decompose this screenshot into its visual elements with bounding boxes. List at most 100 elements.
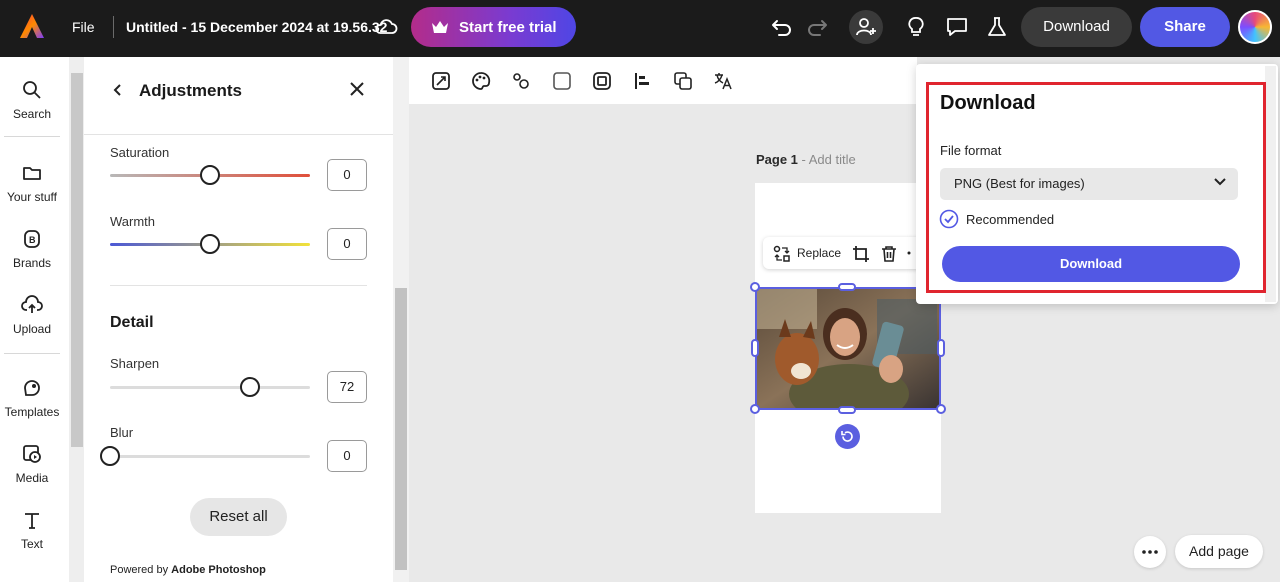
rotate-icon xyxy=(841,431,853,442)
rail-item-search[interactable]: Search xyxy=(0,79,64,121)
rail-item-upload[interactable]: Upload xyxy=(0,294,64,336)
upload-icon xyxy=(21,295,43,313)
selected-photo[interactable] xyxy=(755,287,941,410)
layers-icon[interactable] xyxy=(673,71,693,91)
popover-download-button[interactable]: Download xyxy=(942,246,1240,282)
rail-label-brands: Brands xyxy=(12,256,52,270)
crown-icon xyxy=(432,21,448,33)
check-circle-icon xyxy=(939,209,959,229)
panel-title: Adjustments xyxy=(139,81,242,100)
redo-icon[interactable] xyxy=(804,14,830,40)
rail-scrollbar-thumb[interactable] xyxy=(71,73,83,447)
blur-value-field[interactable]: 0 xyxy=(327,440,367,472)
resize-handle-top[interactable] xyxy=(838,283,856,291)
file-format-value: PNG (Best for images) xyxy=(954,176,1085,191)
start-free-trial-button[interactable]: Start free trial xyxy=(411,7,576,47)
resize-handle-top-left[interactable] xyxy=(750,282,760,292)
sharpen-slider-knob[interactable] xyxy=(240,377,260,397)
lightbulb-icon[interactable] xyxy=(903,14,929,40)
file-format-label: File format xyxy=(940,143,1002,158)
resize-handle-left[interactable] xyxy=(751,339,759,357)
top-bar: File Untitled - 15 December 2024 at 19.5… xyxy=(0,0,1280,57)
add-page-button[interactable]: Add page xyxy=(1175,535,1263,568)
delete-icon[interactable] xyxy=(880,245,898,263)
saturation-slider-knob[interactable] xyxy=(200,165,220,185)
templates-icon xyxy=(24,380,40,396)
rail-item-brands[interactable]: B Brands xyxy=(0,228,64,270)
more-icon xyxy=(1142,550,1158,554)
saturation-label: Saturation xyxy=(110,145,170,160)
rotate-button[interactable] xyxy=(835,424,860,449)
rail-label-your-stuff: Your stuff xyxy=(6,190,58,204)
share-button[interactable]: Share xyxy=(1140,7,1230,47)
rail-label-text: Text xyxy=(20,537,43,551)
resize-handle-bottom-right[interactable] xyxy=(936,404,946,414)
flask-icon[interactable] xyxy=(984,14,1010,40)
powered-prefix: Powered by xyxy=(110,564,169,576)
warmth-value-field[interactable]: 0 xyxy=(327,228,367,260)
blur-label: Blur xyxy=(110,425,134,440)
adjustments-panel: Adjustments Saturation 0 Warmth 0 Detail… xyxy=(84,57,393,582)
rail-item-your-stuff[interactable]: Your stuff xyxy=(0,162,64,204)
rail-item-media[interactable]: Media xyxy=(0,443,64,485)
animate-icon[interactable] xyxy=(511,71,531,91)
invite-user-icon xyxy=(856,18,876,36)
sharpen-slider-track[interactable] xyxy=(110,386,310,389)
photo-content xyxy=(757,289,939,408)
blur-slider-track[interactable] xyxy=(110,455,310,458)
section-divider xyxy=(110,285,367,286)
warmth-slider-knob[interactable] xyxy=(200,234,220,254)
resize-handle-bottom-left[interactable] xyxy=(750,404,760,414)
separator xyxy=(113,16,114,38)
rail-label-media: Media xyxy=(15,471,49,485)
popover-title: Download xyxy=(940,92,1036,114)
text-icon xyxy=(25,513,39,529)
page-label-separator: - xyxy=(797,152,809,167)
blur-slider-knob[interactable] xyxy=(100,446,120,466)
rail-item-text[interactable]: Text xyxy=(0,509,64,551)
adobe-express-logo[interactable] xyxy=(18,12,46,40)
palette-icon[interactable] xyxy=(471,71,491,91)
avatar[interactable] xyxy=(1238,10,1272,44)
rail-divider xyxy=(4,136,60,137)
rail-label-templates: Templates xyxy=(4,405,60,419)
search-icon xyxy=(23,81,41,99)
file-format-select[interactable]: PNG (Best for images) xyxy=(940,168,1238,200)
replace-icon[interactable] xyxy=(773,245,791,263)
shape-icon[interactable] xyxy=(552,71,572,91)
rail-item-templates[interactable]: Templates xyxy=(0,377,64,419)
download-button[interactable]: Download xyxy=(1021,7,1132,47)
sharpen-value-field[interactable]: 72 xyxy=(327,371,367,403)
popover-scrollbar[interactable] xyxy=(1265,66,1276,302)
add-title-field[interactable]: Add title xyxy=(809,152,856,167)
file-menu[interactable]: File xyxy=(72,19,95,35)
more-options-button[interactable] xyxy=(1134,536,1166,568)
border-icon[interactable] xyxy=(592,71,612,91)
saturation-value-field[interactable]: 0 xyxy=(327,159,367,191)
undo-icon[interactable] xyxy=(769,14,795,40)
rail-label-search: Search xyxy=(12,107,52,121)
powered-by: Powered by Adobe Photoshop xyxy=(110,564,266,576)
folder-icon xyxy=(23,167,41,180)
resize-icon[interactable] xyxy=(431,71,451,91)
align-icon[interactable] xyxy=(633,71,653,91)
reset-all-button[interactable]: Reset all xyxy=(190,498,287,536)
crop-icon[interactable] xyxy=(852,245,870,263)
resize-handle-bottom[interactable] xyxy=(838,406,856,414)
warmth-label: Warmth xyxy=(110,214,156,229)
cloud-icon[interactable] xyxy=(374,16,398,36)
start-free-trial-label: Start free trial xyxy=(459,18,557,36)
replace-button[interactable]: Replace xyxy=(797,246,841,260)
translate-icon[interactable] xyxy=(713,71,733,91)
comment-icon[interactable] xyxy=(944,14,970,40)
page-label: Page 1 - Add title xyxy=(756,152,856,167)
panel-scrollbar-thumb[interactable] xyxy=(395,288,407,570)
resize-handle-right[interactable] xyxy=(937,339,945,357)
more-icon[interactable] xyxy=(907,251,915,255)
page-number: Page 1 xyxy=(756,152,798,167)
back-icon[interactable] xyxy=(112,83,124,97)
chevron-down-icon xyxy=(1214,178,1226,186)
rail-divider xyxy=(4,353,60,354)
document-title[interactable]: Untitled - 15 December 2024 at 19.56.32 xyxy=(126,19,387,35)
close-icon[interactable] xyxy=(350,82,364,96)
